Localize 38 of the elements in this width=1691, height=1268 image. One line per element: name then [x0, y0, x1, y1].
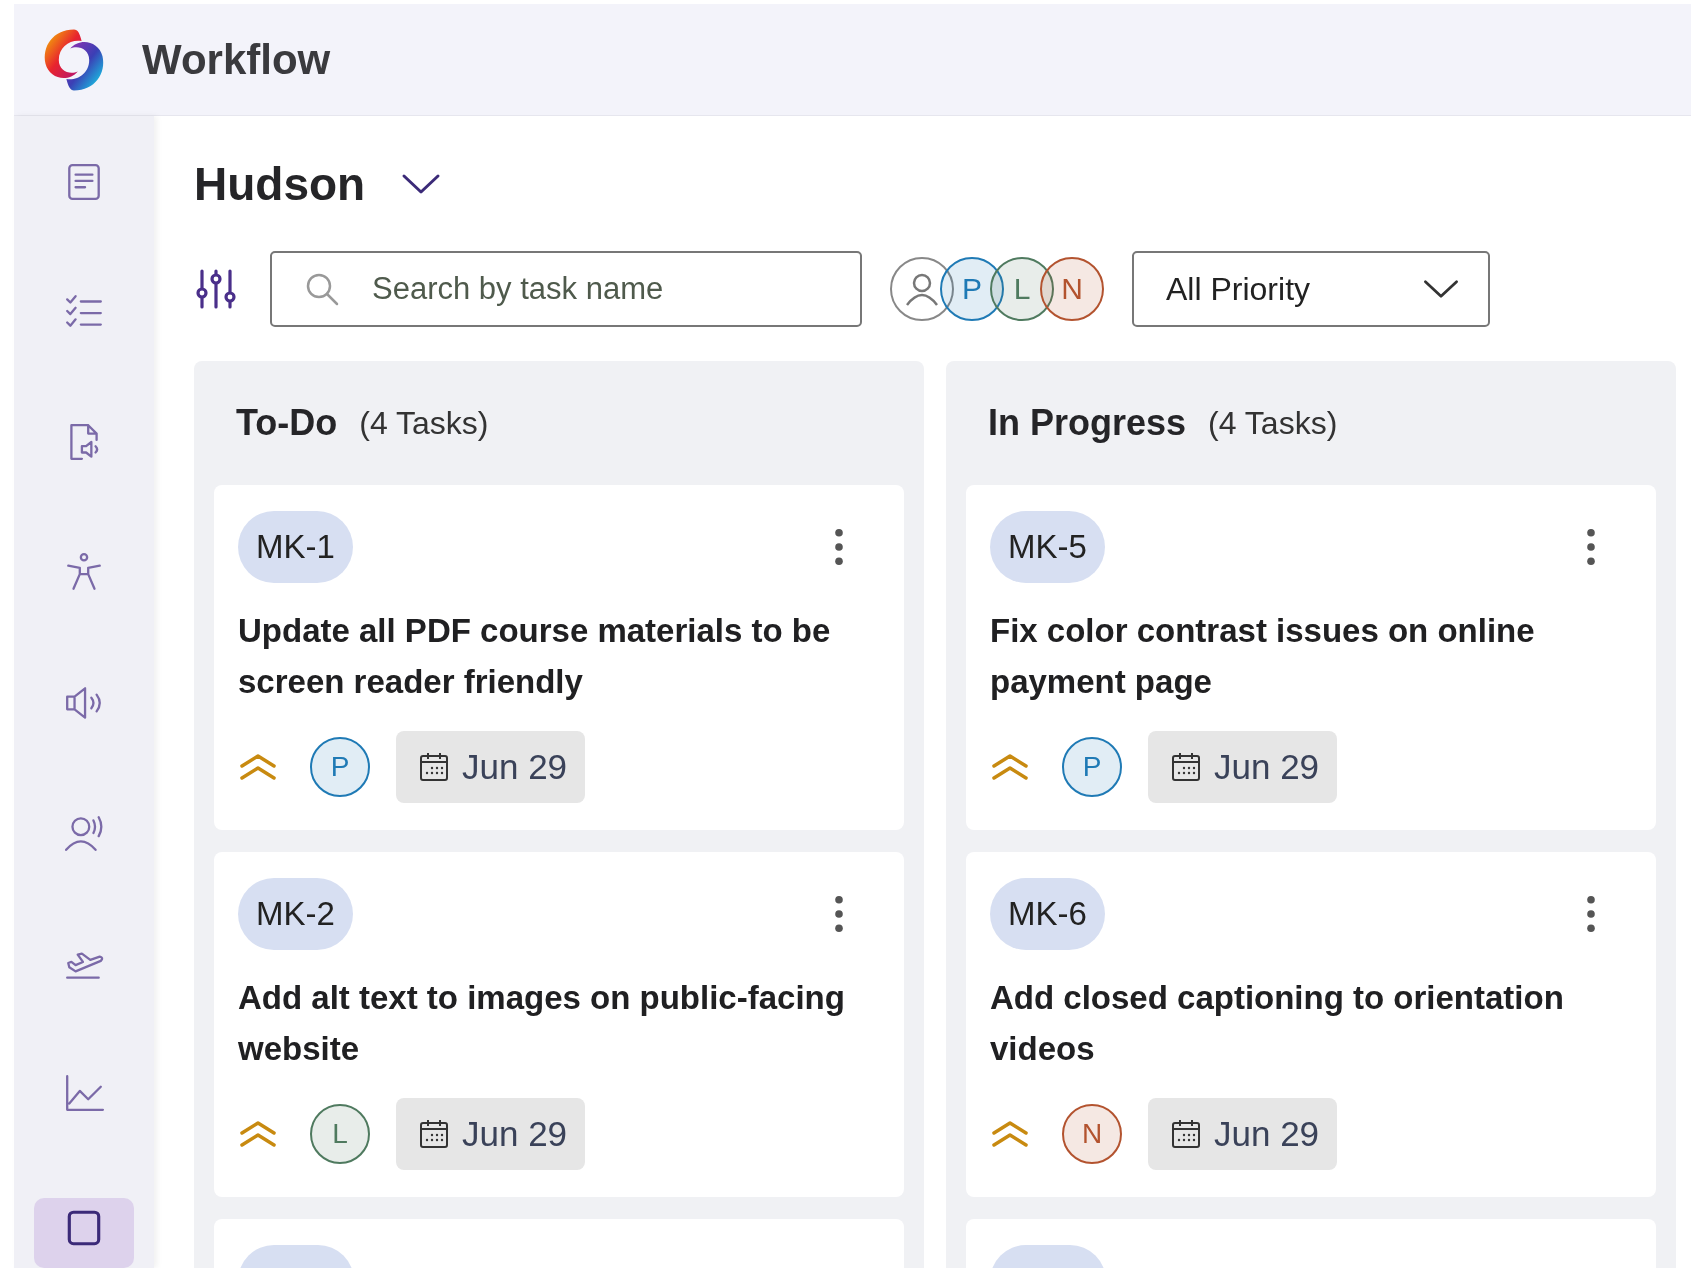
task-title: Update all PDF course materials to be screen reader friendly: [238, 611, 832, 702]
task-title: Add closed captioning to orientation videos: [990, 978, 1565, 1069]
calendar-icon: [1170, 751, 1202, 783]
assignee-avatar: P: [310, 737, 370, 797]
calendar-icon: [1170, 1118, 1202, 1150]
nav-item-active[interactable]: [34, 1198, 134, 1268]
filter-sliders-icon[interactable]: [194, 267, 238, 311]
chevron-down-icon: [1422, 278, 1460, 300]
user-avatar[interactable]: [890, 257, 954, 321]
column-title: In Progress: [988, 402, 1187, 444]
project-name: Hudson: [194, 156, 366, 211]
due-date: Jun 29: [1148, 1098, 1338, 1170]
assignee-avatar: P: [1062, 737, 1122, 797]
task-title: Add alt text to images on public-facing website: [238, 978, 846, 1069]
task-card[interactable]: MK-2 Add alt text to images on public-facing website L Jun 29: [214, 852, 904, 1197]
task-count: (4 Tasks): [359, 404, 489, 442]
task-id: MK-1: [238, 511, 353, 583]
task-card[interactable]: MK-6 Add closed captioning to orientation videos N Jun 29: [966, 852, 1656, 1197]
task-id: MK-5: [990, 511, 1105, 583]
search-field[interactable]: Search by task name: [270, 251, 862, 327]
calendar-icon: [418, 1118, 450, 1150]
task-card[interactable]: MK-5 Fix color contrast issues on online payment page P Jun 29: [966, 485, 1656, 830]
task-title: Fix color contrast issues on online payment page: [990, 611, 1536, 702]
priority-dropdown[interactable]: All Priority: [1132, 251, 1490, 327]
task-card[interactable]: MK-1 Update all PDF course materials to be screen reader friendly P Jun 29: [214, 485, 904, 830]
calendar-icon: [418, 751, 450, 783]
assignee-avatar: N: [1062, 1104, 1122, 1164]
task-count: (4 Tasks): [1208, 404, 1338, 442]
assignee-avatar: L: [310, 1104, 370, 1164]
task-id: MK-2: [238, 878, 353, 950]
column-title: To-Do: [236, 402, 338, 444]
due-date: Jun 29: [1148, 731, 1338, 803]
due-date: Jun 29: [396, 731, 586, 803]
task-id: MK-6: [990, 878, 1105, 950]
due-date: Jun 29: [396, 1098, 586, 1170]
member-avatar[interactable]: N: [1040, 257, 1104, 321]
app-title: Workflow: [142, 35, 331, 84]
search-icon: [304, 271, 340, 307]
